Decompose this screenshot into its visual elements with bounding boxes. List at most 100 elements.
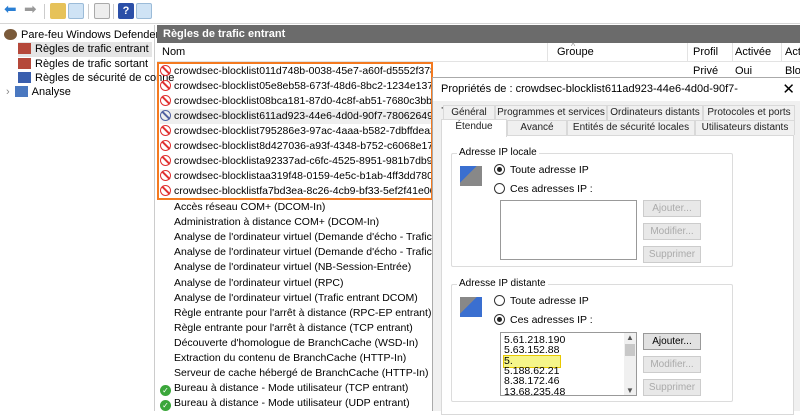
rule-row[interactable]: Analyse de l'ordinateur virtuel (Demande… (160, 245, 432, 260)
rule-name: Découverte d'homologue de BranchCache (W… (174, 336, 419, 349)
remote-any-ip-radio[interactable]: Toute adresse IP (494, 295, 589, 308)
close-icon[interactable]: ✕ (782, 78, 795, 101)
connection-security-icon (18, 72, 31, 83)
forward-arrow-icon[interactable]: ➡ (24, 2, 40, 19)
tab-local-principals[interactable]: Entités de sécurité locales (567, 120, 695, 135)
column-divider (687, 43, 688, 62)
tree-item-outbound-rules[interactable]: Règles de trafic sortant (18, 57, 148, 72)
column-profile[interactable]: Profil (693, 46, 718, 58)
tab-remote-computers[interactable]: Ordinateurs distants (607, 105, 703, 120)
tree-item-label: Règles de trafic entrant (35, 43, 149, 55)
toolbar-separator (88, 4, 89, 19)
expand-chevron-icon[interactable]: › (6, 86, 10, 98)
local-any-ip-radio[interactable]: Toute adresse IP (494, 164, 589, 177)
toolbar-separator (44, 4, 45, 19)
rule-row[interactable]: Analyse de l'ordinateur virtuel (Trafic … (160, 291, 432, 306)
rule-name: Administration à distance COM+ (DCOM-In) (174, 216, 380, 229)
tab-remote-users[interactable]: Utilisateurs distants (695, 120, 795, 135)
column-divider (732, 43, 733, 62)
local-add-button[interactable]: Ajouter... (643, 200, 701, 217)
help-icon[interactable]: ? (118, 3, 134, 19)
rule-row[interactable]: Règle entrante pour l'arrêt à distance (… (160, 306, 432, 321)
disabled-rule-icon (160, 201, 171, 212)
monitoring-icon (14, 86, 28, 97)
remote-add-button[interactable]: Ajouter... (643, 333, 701, 350)
rule-row[interactable]: Extraction du contenu de BranchCache (HT… (160, 351, 432, 366)
disabled-rule-icon (160, 231, 171, 242)
rule-row[interactable]: Règle entrante pour l'arrêt à distance (… (160, 321, 432, 336)
rule-row[interactable]: Accès réseau COM+ (DCOM-In) (160, 200, 432, 215)
local-ip-list[interactable] (500, 200, 637, 260)
dialog-title-bar: Propriétés de : crowdsec-blocklist611ad9… (433, 78, 800, 118)
network-computers-icon (460, 166, 482, 186)
remote-edit-button[interactable]: Modifier... (643, 356, 701, 373)
local-these-ips-radio[interactable]: Ces adresses IP : (494, 183, 593, 196)
scroll-up-icon[interactable]: ▲ (624, 333, 636, 342)
remote-ip-label: Adresse IP distante (457, 278, 548, 289)
rule-row[interactable]: Analyse de l'ordinateur virtuel (NB-Sess… (160, 260, 432, 275)
disabled-rule-icon (160, 352, 171, 363)
scrollbar-thumb[interactable] (625, 344, 635, 356)
show-action-pane-icon[interactable] (136, 3, 152, 19)
tab-general[interactable]: Général (443, 105, 495, 120)
tab-advanced[interactable]: Avancé (507, 120, 567, 135)
remote-ip-list[interactable]: ▲ ▼ 5.61.218.190 5.63.152.88 5. 5.188.62.21… (500, 332, 637, 396)
radio-label: Toute adresse IP (510, 164, 589, 176)
rule-row[interactable]: Découverte d'homologue de BranchCache (W… (160, 336, 432, 351)
disabled-rule-icon (160, 337, 171, 348)
cell-action: Blo (785, 65, 800, 77)
tab-scope[interactable]: Étendue (441, 119, 507, 137)
local-ip-label: Adresse IP locale (457, 147, 539, 158)
column-action[interactable]: Act (785, 46, 800, 58)
column-divider (781, 43, 782, 62)
rule-row[interactable]: Analyse de l'ordinateur virtuel (RPC) (160, 276, 432, 291)
radio-label: Ces adresses IP : (510, 314, 593, 326)
rule-name: Règle entrante pour l'arrêt à distance (… (174, 321, 413, 334)
tab-programs-services[interactable]: Programmes et services (495, 105, 607, 120)
disabled-rule-icon (160, 261, 171, 272)
network-computers-icon (460, 297, 482, 317)
highlight-box (157, 62, 433, 200)
toolbar: ⬅ ➡ ? (0, 0, 800, 24)
remote-these-ips-radio[interactable]: Ces adresses IP : (494, 314, 593, 327)
export-list-icon[interactable] (94, 3, 110, 19)
remote-remove-button[interactable]: Supprimer (643, 379, 701, 396)
tree-root[interactable]: Pare-feu Windows Defender av (4, 28, 174, 43)
folder-up-icon[interactable] (50, 3, 66, 19)
rule-row[interactable]: ✓ Bureau à distance - Mode utilisateur (U… (160, 396, 432, 412)
column-enabled[interactable]: Activée (735, 46, 771, 58)
disabled-rule-icon (160, 367, 171, 378)
local-ip-group: Adresse IP locale Toute adresse IP Ces a… (451, 147, 733, 267)
toolbar-separator (113, 4, 114, 19)
tab-protocols-ports[interactable]: Protocoles et ports (703, 105, 795, 120)
firewall-globe-icon (4, 29, 17, 40)
tree-root-label: Pare-feu Windows Defender av (21, 29, 174, 41)
local-edit-button[interactable]: Modifier... (643, 223, 701, 240)
radio-checked (494, 164, 505, 175)
rule-name: Extraction du contenu de BranchCache (HT… (174, 352, 407, 364)
tree-item-connection-security[interactable]: Règles de sécurité de conne (18, 71, 174, 86)
rule-name: Bureau à distance - Mode utilisateur (TC… (174, 382, 409, 395)
tree-item-monitoring[interactable]: › Analyse (6, 85, 71, 100)
scrollbar[interactable]: ▲ ▼ (624, 333, 636, 395)
show-hide-console-tree-icon[interactable] (68, 3, 84, 19)
tree-item-inbound-rules[interactable]: Règles de trafic entrant (18, 42, 152, 57)
local-remove-button[interactable]: Supprimer (643, 246, 701, 263)
scroll-down-icon[interactable]: ▼ (624, 386, 636, 395)
inbound-rules-icon (18, 43, 31, 54)
disabled-rule-icon (160, 307, 171, 318)
allow-rule-icon: ✓ (160, 400, 171, 412)
rule-row[interactable]: Serveur de cache hébergé de BranchCache … (160, 366, 432, 381)
column-header-row: Nom Groupe ^ Profil Activée Act (157, 41, 800, 62)
back-arrow-icon[interactable]: ⬅ (4, 2, 20, 19)
rule-row[interactable]: ✓ Bureau à distance - Mode utilisateur (T… (160, 381, 432, 397)
rule-name: Analyse de l'ordinateur virtuel (Trafic … (174, 291, 418, 304)
column-group[interactable]: Groupe (557, 46, 594, 58)
remote-ip-entry[interactable]: 13.68.235.48 (504, 386, 565, 395)
rule-row[interactable]: Analyse de l'ordinateur virtuel (Demande… (160, 230, 432, 245)
rule-name: Analyse de l'ordinateur virtuel (Demande… (174, 231, 432, 244)
column-name[interactable]: Nom (162, 46, 185, 58)
radio-unchecked (494, 295, 505, 306)
rule-name: Serveur de cache hébergé de BranchCache … (174, 367, 429, 380)
rule-row[interactable]: Administration à distance COM+ (DCOM-In) (160, 215, 432, 230)
